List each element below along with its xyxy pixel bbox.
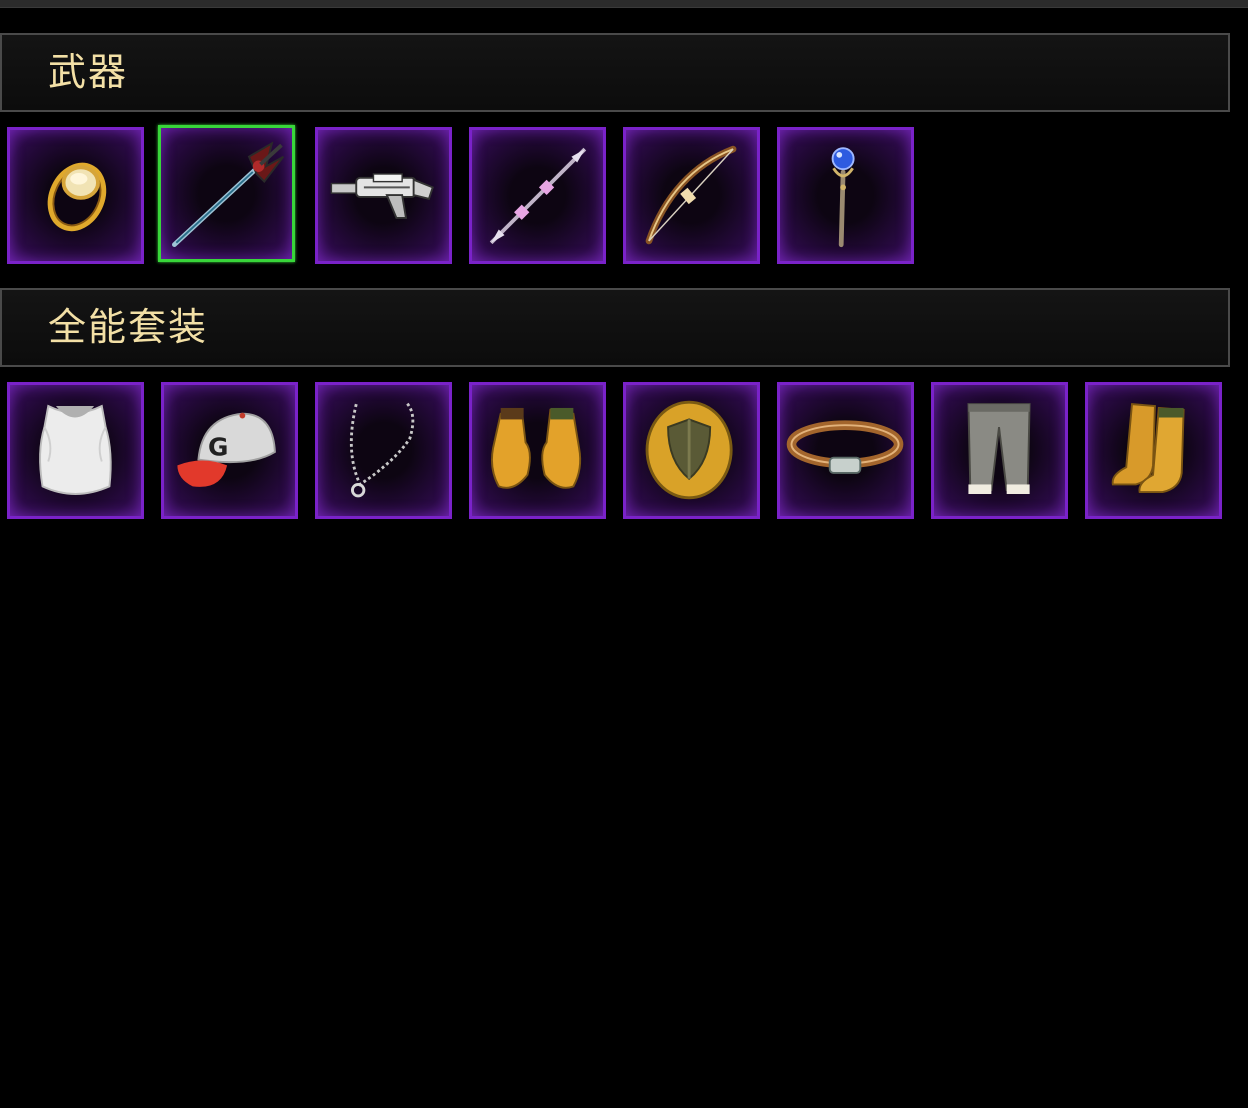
item-slot-belt[interactable]: [777, 382, 914, 519]
item-slot-bow[interactable]: [623, 127, 760, 264]
item-slot-vest[interactable]: [7, 382, 144, 519]
item-slot-shield[interactable]: [623, 382, 760, 519]
necklace-icon: [349, 401, 415, 498]
item-slot-gloves[interactable]: [469, 382, 606, 519]
item-slot-boots[interactable]: [1085, 382, 1222, 519]
vest-icon: [39, 404, 112, 495]
item-slot-cap[interactable]: G: [161, 382, 298, 519]
boots-icon: [1111, 403, 1185, 494]
pants-icon: [967, 403, 1031, 495]
cap-icon: G: [177, 412, 276, 487]
item-slot-sword[interactable]: [158, 125, 295, 262]
section-header-armor-set: 全能套装: [0, 288, 1230, 367]
staff-icon: [831, 147, 855, 248]
item-slot-staff[interactable]: [777, 127, 914, 264]
top-divider: [0, 0, 1248, 8]
item-slot-ring[interactable]: [7, 127, 144, 264]
svg-text:G: G: [208, 433, 228, 462]
section-title-weapons: 武器: [48, 50, 129, 94]
gloves-icon: [491, 407, 582, 489]
shield-icon: [645, 400, 733, 500]
gun-icon: [330, 173, 434, 219]
spear-icon: [489, 147, 587, 245]
ring-icon: [47, 162, 107, 232]
item-slot-spear[interactable]: [469, 127, 606, 264]
item-slot-necklace[interactable]: [315, 382, 452, 519]
item-slot-gun[interactable]: [315, 127, 452, 264]
section-title-armor-set: 全能套装: [48, 305, 209, 349]
sword-icon: [171, 141, 285, 248]
belt-icon: [786, 420, 904, 474]
bow-icon: [645, 145, 737, 245]
item-slot-pants[interactable]: [931, 382, 1068, 519]
section-header-weapons: 武器: [0, 33, 1230, 112]
